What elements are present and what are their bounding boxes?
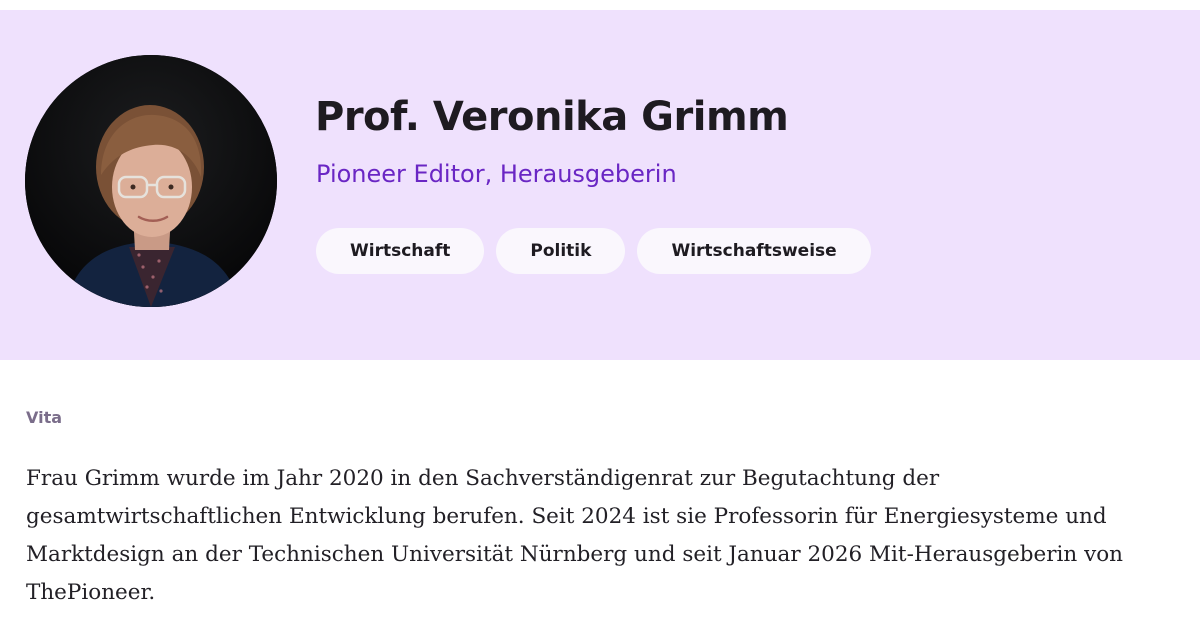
portrait-photo-icon (25, 55, 277, 307)
vita-heading: Vita (26, 408, 63, 427)
profile-role: Pioneer Editor, Herausgeberin (316, 160, 677, 188)
avatar (25, 55, 277, 307)
tag-politik[interactable]: Politik (496, 228, 626, 274)
topic-tags: Wirtschaft Politik Wirtschaftsweise (316, 228, 871, 274)
tag-wirtschaftsweise[interactable]: Wirtschaftsweise (637, 228, 871, 274)
tag-wirtschaft[interactable]: Wirtschaft (316, 228, 485, 274)
top-bar (0, 0, 1200, 10)
profile-name: Prof. Veronika Grimm (315, 94, 789, 140)
vita-text: Frau Grimm wurde im Jahr 2020 in den Sac… (26, 466, 1124, 605)
